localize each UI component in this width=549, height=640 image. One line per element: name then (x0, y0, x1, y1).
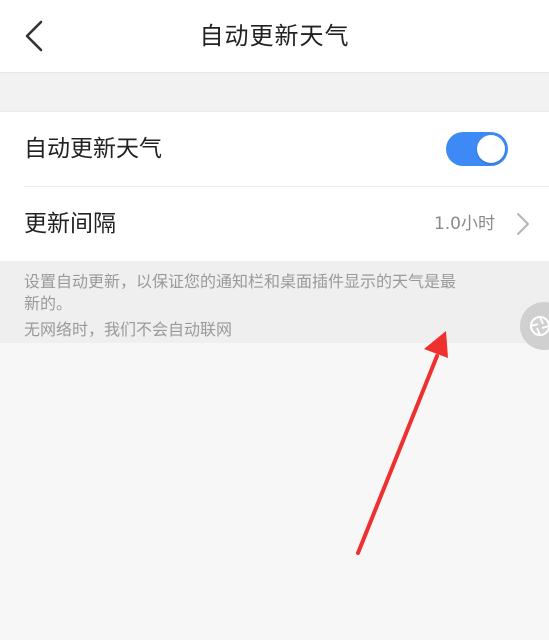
settings-group: 自动更新天气 更新间隔 1.0小时 (0, 111, 549, 262)
update-interval-label: 更新间隔 (24, 211, 116, 237)
note-line-3: 无网络时，我们不会自动联网 (24, 320, 233, 339)
settings-screen: 自动更新天气 自动更新天气 更新间隔 1.0小时 设置自动更新，以保证您的通知栏… (0, 0, 549, 640)
page-title: 自动更新天气 (199, 22, 350, 50)
note-line-2: 新的。 (24, 294, 73, 313)
chevron-right-icon (517, 213, 529, 235)
auto-update-toggle[interactable] (446, 132, 508, 166)
title-bar: 自动更新天气 (0, 0, 549, 73)
update-interval-row[interactable]: 更新间隔 1.0小时 (0, 187, 549, 261)
auto-update-row: 自动更新天气 (0, 112, 549, 187)
description-note: 设置自动更新，以保证您的通知栏和桌面插件显示的天气是最 新的。 无网络时，我们不… (0, 261, 549, 343)
auto-update-label: 自动更新天气 (24, 136, 162, 162)
update-interval-value: 1.0小时 (433, 214, 495, 234)
shutter-icon (530, 316, 549, 336)
toggle-knob (477, 135, 505, 163)
note-line-1: 设置自动更新，以保证您的通知栏和桌面插件显示的天气是最 (24, 272, 457, 291)
section-gap (0, 73, 549, 111)
